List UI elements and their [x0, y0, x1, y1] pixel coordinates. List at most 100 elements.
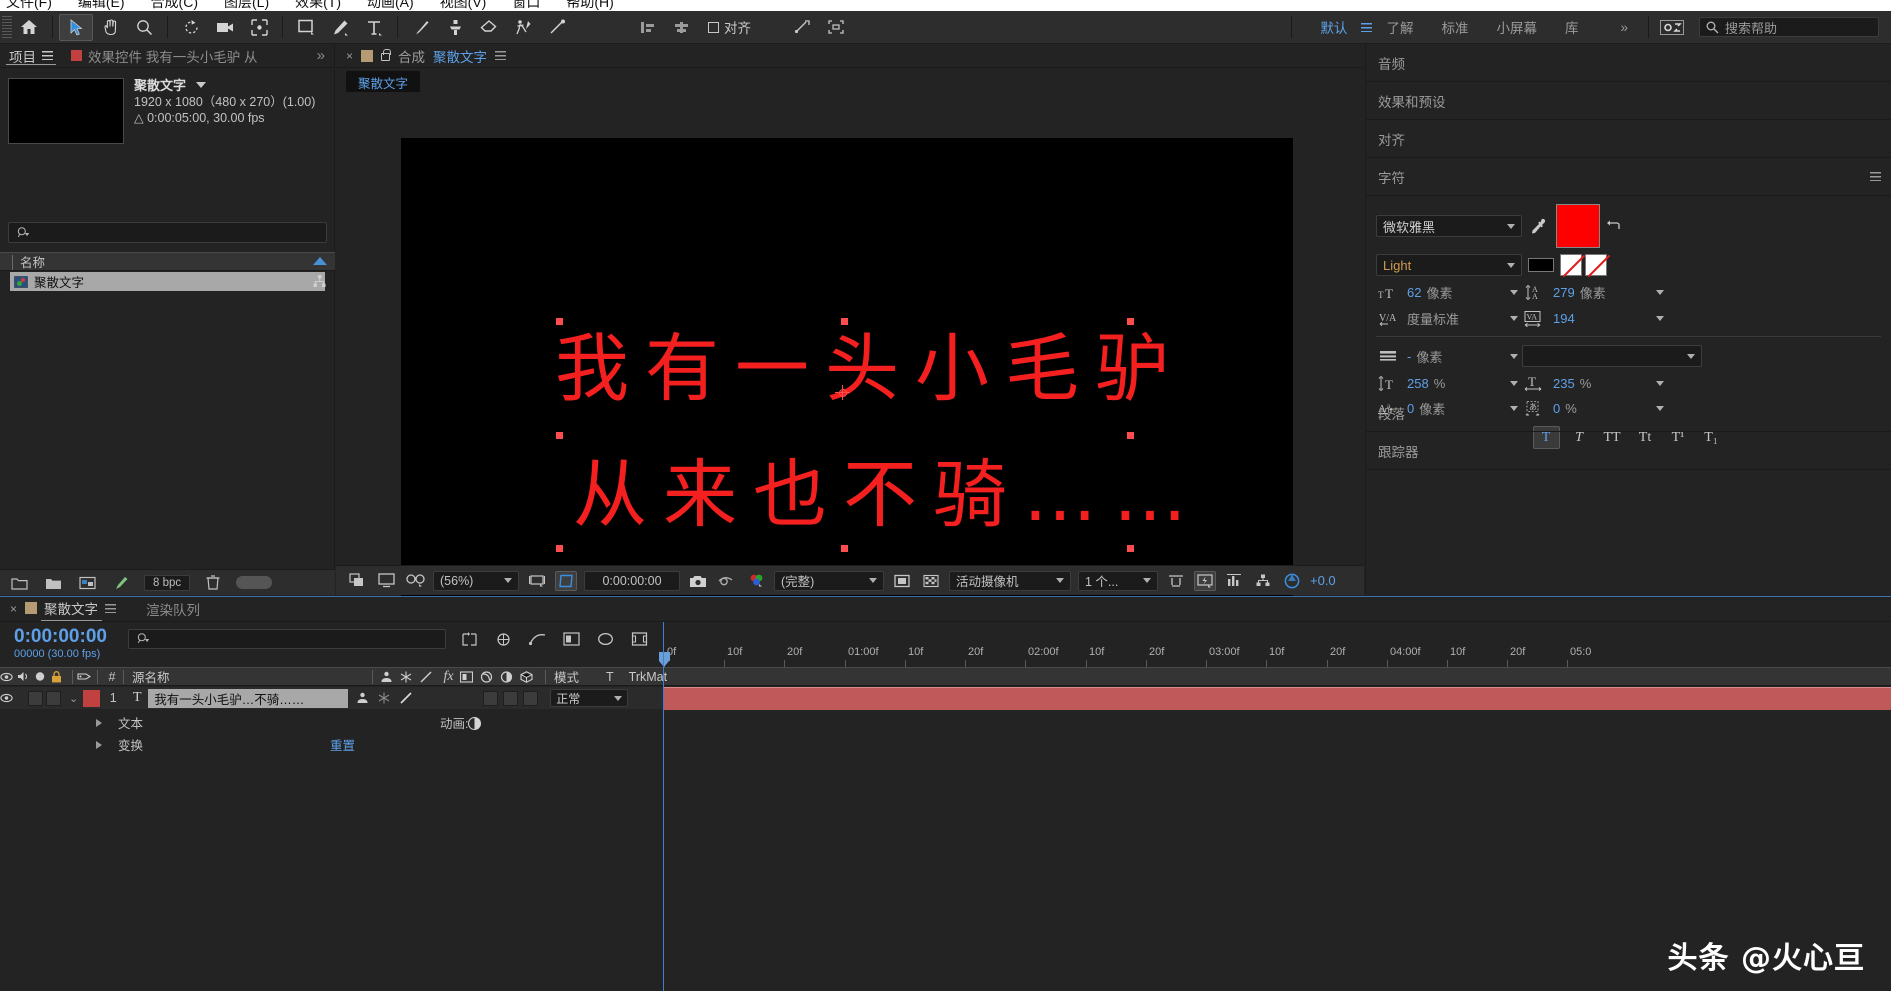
text-animator-label[interactable]: 动画: [440, 713, 482, 732]
align-left-icon[interactable] [630, 14, 664, 41]
font-size-field[interactable]: TT 62 像素 [1376, 283, 1518, 302]
channel-rgb-icon[interactable] [745, 571, 767, 591]
stroke-width-field[interactable]: - 像素 [1376, 347, 1518, 366]
lock-icon[interactable] [381, 49, 392, 61]
chevron-down-icon[interactable] [1656, 316, 1664, 321]
layer-3d-toggle[interactable] [523, 690, 539, 706]
pen-tool[interactable] [323, 14, 357, 41]
3d-glasses-icon[interactable] [404, 571, 426, 591]
close-icon[interactable]: × [346, 49, 353, 63]
resolution-dropdown[interactable]: (完整) [774, 570, 884, 591]
leading-field[interactable]: AA 279 像素 [1522, 283, 1664, 302]
layer-collapse-toggle[interactable] [378, 692, 395, 704]
timeline-ruler[interactable]: 0f 10f 20f 01:00f 10f 20f 02:00f 10f 20f 03:00f 10… [659, 622, 1891, 667]
type-tool[interactable] [357, 14, 391, 41]
layer-shy-toggle[interactable] [356, 692, 373, 704]
text-line-1[interactable]: 我有一头小毛驴 [555, 332, 1185, 406]
anchor-point-tool[interactable] [242, 14, 276, 41]
layer-duration-bar[interactable] [663, 687, 1891, 710]
project-column-header[interactable]: 名称 [0, 252, 335, 271]
chevron-down-icon[interactable] [1510, 290, 1518, 295]
tab-timeline-comp[interactable]: 聚散文字 [25, 598, 117, 621]
eyedropper-icon[interactable] [1528, 215, 1550, 237]
composition-nametag[interactable]: 聚散文字 [346, 71, 421, 94]
expand-triangle-icon[interactable] [96, 740, 102, 749]
project-item-shared-icon[interactable] [312, 272, 326, 290]
layer-frameblend-toggle[interactable] [483, 690, 499, 706]
comp-mini-flowchart-icon[interactable] [458, 628, 480, 650]
puppet-tool[interactable] [540, 14, 574, 41]
composition-tab-name[interactable]: 聚散文字 [433, 46, 487, 66]
workspace-1[interactable]: 了解 [1372, 17, 1427, 37]
anchor-point-icon[interactable] [835, 385, 850, 400]
home-icon[interactable] [12, 14, 46, 41]
selection-handle[interactable] [556, 432, 563, 439]
graph-editor-icon[interactable] [526, 628, 548, 650]
composition-stage[interactable]: 我有一头小毛驴 从来也不骑…… [401, 138, 1293, 639]
menu-item[interactable]: 合成(C) [151, 0, 198, 11]
selection-handle[interactable] [1127, 545, 1134, 552]
panel-effects-presets[interactable]: 效果和预设 [1366, 82, 1891, 120]
motion-blur-icon[interactable] [492, 628, 514, 650]
close-icon[interactable]: × [10, 602, 17, 616]
views-dropdown[interactable]: 1 个... [1078, 570, 1158, 591]
monitor-icon[interactable] [375, 571, 397, 591]
tab-project[interactable]: 项目 [0, 44, 62, 67]
horizontal-scale-field[interactable]: T 235 % [1522, 374, 1664, 392]
new-folder-icon[interactable] [8, 573, 30, 593]
brush-tool[interactable] [404, 14, 438, 41]
always-preview-icon[interactable] [346, 571, 368, 591]
chevron-down-icon[interactable] [1510, 316, 1518, 321]
eraser-tool[interactable] [472, 14, 506, 41]
selection-handle[interactable] [841, 318, 848, 325]
timeline-search-input[interactable] [128, 629, 446, 649]
workspace-2[interactable]: 标准 [1427, 17, 1482, 37]
comp-time-display[interactable]: 0:00:00:00 [584, 570, 680, 591]
delete-icon[interactable] [202, 573, 224, 593]
panel-tracker[interactable]: 跟踪器 [1366, 432, 1891, 470]
camera-view-dropdown[interactable]: 活动摄像机 [949, 570, 1071, 591]
no-fill-icon[interactable] [1560, 254, 1582, 276]
roto-brush-tool[interactable] [506, 14, 540, 41]
font-family-dropdown[interactable]: 微软雅黑 [1376, 215, 1522, 237]
panel-menu-icon[interactable] [42, 51, 53, 60]
camera-tool[interactable] [208, 14, 242, 41]
project-search-input[interactable] [8, 222, 327, 243]
layer-visibility-toggle[interactable] [0, 693, 28, 703]
swap-fill-stroke-icon[interactable] [1606, 218, 1622, 234]
expand-triangle-icon[interactable] [96, 718, 102, 727]
help-search-input[interactable]: 搜索帮助 [1699, 17, 1879, 37]
snapping-icon[interactable] [785, 14, 819, 41]
tracking-field[interactable]: VA 194 [1522, 310, 1664, 328]
layer-property-row-transform[interactable]: 变换 重置 [0, 734, 663, 755]
grid-guides-icon[interactable] [526, 571, 548, 591]
project-footer-pill[interactable] [236, 576, 273, 589]
sort-arrow-icon[interactable] [313, 257, 327, 265]
project-list-item[interactable]: 聚散文字 [10, 272, 325, 291]
tab-effect-controls[interactable]: 效果控件 我有一头小毛驴 从 [62, 44, 267, 67]
menu-item[interactable]: 文件(F) [6, 0, 52, 11]
workspace-settings-icon[interactable] [1655, 14, 1689, 41]
adjust-color-icon[interactable] [110, 573, 132, 593]
chevron-down-icon[interactable] [195, 82, 206, 88]
align-center-icon[interactable] [664, 14, 698, 41]
panel-menu-icon[interactable] [1870, 172, 1881, 181]
zoom-tool[interactable] [127, 14, 161, 41]
layer-motionblur-toggle[interactable] [503, 690, 519, 706]
selection-tool[interactable] [59, 13, 93, 41]
layer-label-color[interactable] [83, 689, 101, 707]
workspace-overflow[interactable]: » [1606, 20, 1642, 35]
selection-handle[interactable] [841, 545, 848, 552]
show-snapshot-icon[interactable] [716, 571, 738, 591]
vertical-scale-field[interactable]: T 258 % [1376, 374, 1518, 392]
rotation-tool[interactable] [174, 14, 208, 41]
project-tabs-overflow[interactable]: » [308, 44, 334, 67]
new-folder2-icon[interactable] [42, 573, 64, 593]
selection-handle[interactable] [556, 318, 563, 325]
timeline-graph-icon[interactable] [1223, 571, 1245, 591]
selection-handle[interactable] [556, 545, 563, 552]
transparency-grid-icon[interactable] [920, 571, 942, 591]
layer-quality-toggle[interactable] [400, 692, 417, 704]
new-comp-icon[interactable] [76, 573, 98, 593]
timeline-current-time[interactable]: 0:00:00:00 [14, 626, 107, 648]
